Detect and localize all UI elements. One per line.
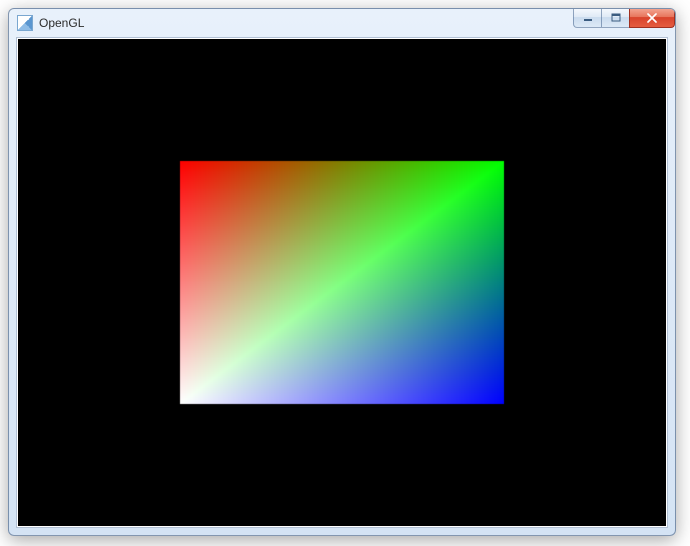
gl-canvas (18, 39, 666, 526)
window-title: OpenGL (39, 15, 84, 31)
minimize-button[interactable] (573, 9, 602, 28)
opengl-viewport (18, 39, 666, 526)
title-bar[interactable]: OpenGL (9, 9, 675, 37)
client-area (16, 37, 668, 528)
close-icon (646, 13, 658, 23)
maximize-icon (611, 13, 621, 23)
app-window: OpenGL (8, 8, 676, 536)
minimize-icon (583, 13, 593, 23)
close-button[interactable] (629, 9, 675, 28)
maximize-button[interactable] (601, 9, 630, 28)
opengl-app-icon (17, 15, 33, 31)
window-controls (574, 9, 675, 28)
